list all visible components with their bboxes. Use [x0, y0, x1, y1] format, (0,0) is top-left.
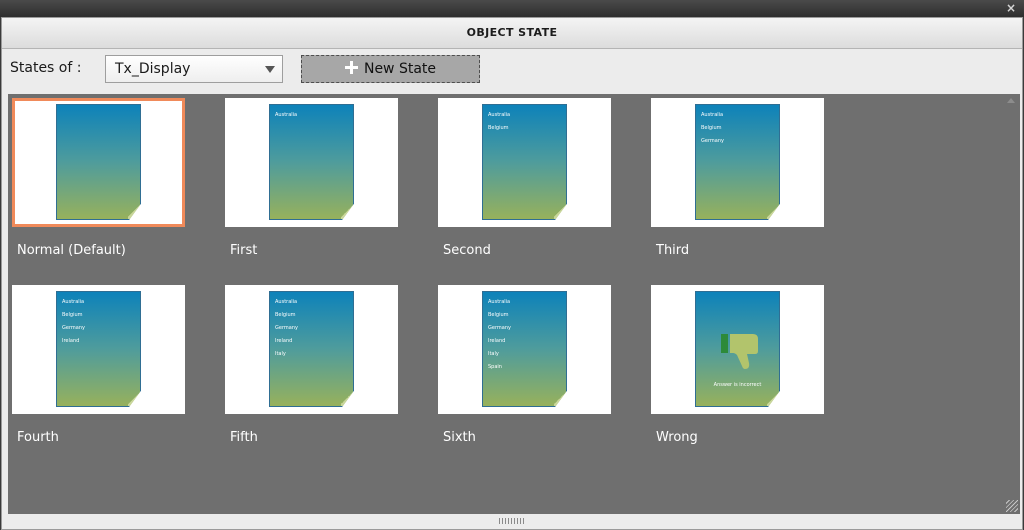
- preview-list: Australia Belgium Germany Ireland Italy: [275, 296, 298, 361]
- state-label: Normal (Default): [17, 243, 126, 258]
- preview-line: Ireland: [488, 338, 506, 344]
- page-fold-icon: [341, 203, 353, 219]
- states-of-label: States of :: [10, 60, 82, 76]
- preview-line: Germany: [62, 325, 85, 331]
- document-preview: Australia Belgium Germany Ireland Italy Spain: [482, 291, 567, 407]
- object-select-value: Tx_Display: [115, 61, 191, 77]
- state-label: Third: [656, 243, 690, 258]
- preview-list: Australia Belgium: [488, 109, 510, 135]
- page-fold-icon: [767, 203, 779, 219]
- state-card[interactable]: Australia Belgium Germany Ireland Fourth: [12, 285, 185, 465]
- state-thumbnail[interactable]: Australia Belgium: [438, 98, 611, 227]
- state-thumbnail[interactable]: Australia Belgium Germany Ireland Italy: [225, 285, 398, 414]
- preview-line: Spain: [488, 364, 502, 370]
- preview-list: Australia Belgium Germany: [701, 109, 724, 148]
- preview-line: Germany: [488, 325, 511, 331]
- preview-line: Germany: [701, 138, 724, 144]
- preview-line: Belgium: [701, 125, 722, 131]
- preview-line: Belgium: [62, 312, 83, 318]
- chevron-down-icon: [265, 66, 275, 73]
- preview-line: Australia: [62, 299, 85, 305]
- drag-handle-icon[interactable]: [499, 518, 525, 524]
- scroll-up-icon[interactable]: [1007, 98, 1015, 103]
- state-label: First: [230, 243, 258, 258]
- panel-title: OBJECT STATE: [2, 18, 1022, 49]
- page-fold-icon: [341, 390, 353, 406]
- preview-line: Australia: [275, 299, 298, 305]
- state-thumbnail[interactable]: Australia Belgium Germany Ireland: [12, 285, 185, 414]
- state-card[interactable]: Australia First: [225, 98, 398, 278]
- state-label: Sixth: [443, 430, 476, 445]
- document-preview: Australia Belgium: [482, 104, 567, 220]
- state-card[interactable]: Answer is incorrect Wrong: [651, 285, 824, 465]
- preview-line: Australia: [275, 112, 298, 118]
- resize-grip-icon[interactable]: [1006, 500, 1018, 512]
- preview-line: Australia: [488, 112, 511, 118]
- page-fold-icon: [554, 390, 566, 406]
- state-thumbnail[interactable]: Answer is incorrect: [651, 285, 824, 414]
- preview-line: Italy: [275, 351, 286, 357]
- new-state-button[interactable]: New State: [301, 55, 480, 83]
- preview-caption: Answer is incorrect: [713, 382, 762, 388]
- preview-list: Australia Belgium Germany Ireland Italy Spain: [488, 296, 511, 374]
- title-bar: ×: [0, 0, 1024, 17]
- state-label: Fifth: [230, 430, 258, 445]
- state-label: Fourth: [17, 430, 59, 445]
- state-thumbnail[interactable]: [12, 98, 185, 227]
- preview-line: Australia: [488, 299, 511, 305]
- new-state-label: New State: [363, 61, 437, 77]
- document-preview: Answer is incorrect: [695, 291, 780, 407]
- page-fold-icon: [554, 203, 566, 219]
- document-preview: [56, 104, 141, 220]
- preview-line: Australia: [701, 112, 724, 118]
- preview-line: Ireland: [275, 338, 293, 344]
- state-card[interactable]: Australia Belgium Second: [438, 98, 611, 278]
- states-grid: Normal (Default) Australia First Australia B…: [8, 94, 1020, 514]
- object-state-panel: OBJECT STATE States of : Tx_Display New …: [1, 17, 1023, 530]
- page-fold-icon: [767, 390, 779, 406]
- document-preview: Australia Belgium Germany Ireland: [56, 291, 141, 407]
- state-thumbnail[interactable]: Australia Belgium Germany: [651, 98, 824, 227]
- preview-list: Australia Belgium Germany Ireland: [62, 296, 85, 348]
- preview-list: Australia: [275, 109, 297, 122]
- preview-line: Italy: [488, 351, 499, 357]
- toolbar: States of : Tx_Display New State: [2, 49, 1022, 91]
- state-card[interactable]: Normal (Default): [12, 98, 185, 278]
- preview-line: Belgium: [488, 125, 509, 131]
- preview-line: Belgium: [488, 312, 509, 318]
- state-thumbnail[interactable]: Australia: [225, 98, 398, 227]
- preview-line: Belgium: [275, 312, 296, 318]
- thumbs-down-icon: [721, 334, 758, 369]
- plus-icon: [344, 61, 358, 74]
- document-preview: Australia Belgium Germany: [695, 104, 780, 220]
- page-fold-icon: [128, 203, 140, 219]
- state-thumbnail[interactable]: Australia Belgium Germany Ireland Italy Spain: [438, 285, 611, 414]
- state-card[interactable]: Australia Belgium Germany Third: [651, 98, 824, 278]
- state-label: Second: [443, 243, 491, 258]
- page-fold-icon: [128, 390, 140, 406]
- close-icon[interactable]: ×: [1006, 1, 1016, 16]
- bottom-bar: [2, 515, 1022, 529]
- document-preview: Australia Belgium Germany Ireland Italy: [269, 291, 354, 407]
- state-label: Wrong: [656, 430, 698, 445]
- state-card[interactable]: Australia Belgium Germany Ireland Italy Spain…: [438, 285, 611, 465]
- preview-line: Ireland: [62, 338, 80, 344]
- state-card[interactable]: Australia Belgium Germany Ireland Italy Fifth: [225, 285, 398, 465]
- object-select-dropdown[interactable]: Tx_Display: [105, 55, 283, 83]
- preview-line: Germany: [275, 325, 298, 331]
- document-preview: Australia: [269, 104, 354, 220]
